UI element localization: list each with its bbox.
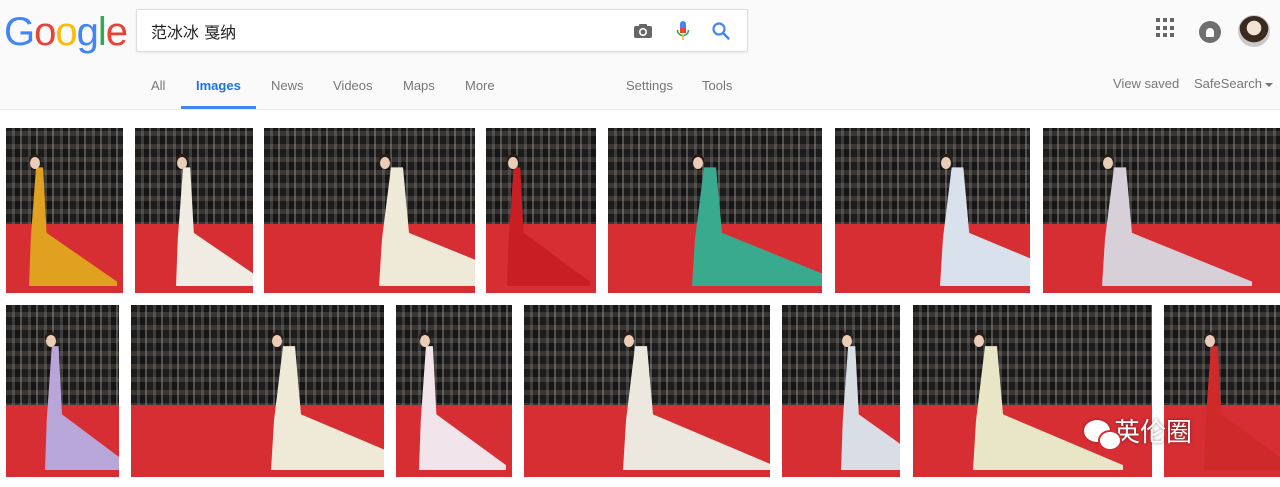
image-result[interactable]	[486, 128, 596, 293]
tab-images[interactable]: Images	[181, 76, 256, 109]
settings-link[interactable]: Settings	[626, 76, 673, 108]
figure-head	[974, 335, 984, 347]
image-result[interactable]	[264, 128, 475, 293]
image-result[interactable]	[913, 305, 1152, 477]
image-result[interactable]	[1164, 305, 1280, 477]
image-result[interactable]	[135, 128, 253, 293]
tab-news[interactable]: News	[271, 76, 304, 108]
watermark-text: 英伦圈	[1114, 418, 1193, 448]
image-result[interactable]	[6, 305, 119, 477]
search-input[interactable]	[151, 10, 621, 51]
google-logo[interactable]: Google	[4, 10, 128, 54]
crowd-background	[1164, 305, 1280, 409]
logo-letter: o	[55, 10, 77, 54]
logo-letter: l	[97, 10, 107, 54]
safesearch-label: SafeSearch	[1194, 76, 1262, 91]
mic-icon[interactable]	[672, 20, 694, 42]
figure-head	[30, 157, 40, 169]
view-saved-link[interactable]: View saved	[1113, 76, 1179, 91]
crowd-background	[131, 305, 384, 409]
logo-letter: o	[34, 10, 56, 54]
crowd-background	[6, 305, 119, 409]
figure-head	[272, 335, 282, 347]
image-result[interactable]	[131, 305, 384, 477]
crowd-background	[6, 128, 123, 227]
figure-head	[420, 335, 430, 347]
tools-link[interactable]: Tools	[702, 76, 732, 108]
search-tabs: All Images News Videos Maps More Setting…	[0, 76, 1280, 110]
figure-head	[624, 335, 634, 347]
figure-head	[842, 335, 852, 347]
image-result[interactable]	[524, 305, 770, 477]
crowd-background	[486, 128, 596, 227]
figure-head	[380, 157, 390, 169]
wechat-icon	[1084, 419, 1122, 451]
image-result[interactable]	[835, 128, 1030, 293]
image-result[interactable]	[1043, 128, 1280, 293]
tab-videos[interactable]: Videos	[333, 76, 373, 108]
account-avatar[interactable]	[1238, 15, 1270, 47]
crowd-background	[396, 305, 512, 409]
figure-head	[46, 335, 56, 347]
image-result[interactable]	[608, 128, 822, 293]
caret-down-icon	[1264, 82, 1273, 87]
search-icon[interactable]	[710, 20, 732, 42]
header: Google All Images News Videos Maps More …	[0, 0, 1280, 110]
image-result[interactable]	[782, 305, 900, 477]
crowd-background	[782, 305, 900, 409]
image-result[interactable]	[6, 128, 123, 293]
figure-head	[941, 157, 951, 169]
crowd-background	[135, 128, 253, 227]
logo-letter: e	[105, 10, 128, 54]
crowd-background	[264, 128, 475, 227]
crowd-background	[835, 128, 1030, 227]
figure-head	[693, 157, 703, 169]
figure-head	[508, 157, 518, 169]
watermark: 英伦圈	[1084, 412, 1193, 451]
image-result[interactable]	[396, 305, 512, 477]
crowd-background	[1043, 128, 1280, 227]
search-box[interactable]	[136, 9, 748, 52]
tab-maps[interactable]: Maps	[403, 76, 435, 108]
crowd-background	[913, 305, 1152, 409]
camera-icon[interactable]	[632, 20, 654, 42]
safesearch-dropdown[interactable]: SafeSearch	[1194, 76, 1273, 91]
logo-letter: g	[76, 10, 99, 54]
tab-all[interactable]: All	[151, 76, 165, 108]
figure-head	[1103, 157, 1113, 169]
figure-head	[177, 157, 187, 169]
notifications-icon[interactable]	[1199, 21, 1221, 43]
apps-grid-icon[interactable]	[1156, 18, 1176, 38]
tab-more[interactable]: More	[465, 76, 495, 108]
logo-letter: G	[4, 10, 35, 54]
figure-head	[1205, 335, 1215, 347]
